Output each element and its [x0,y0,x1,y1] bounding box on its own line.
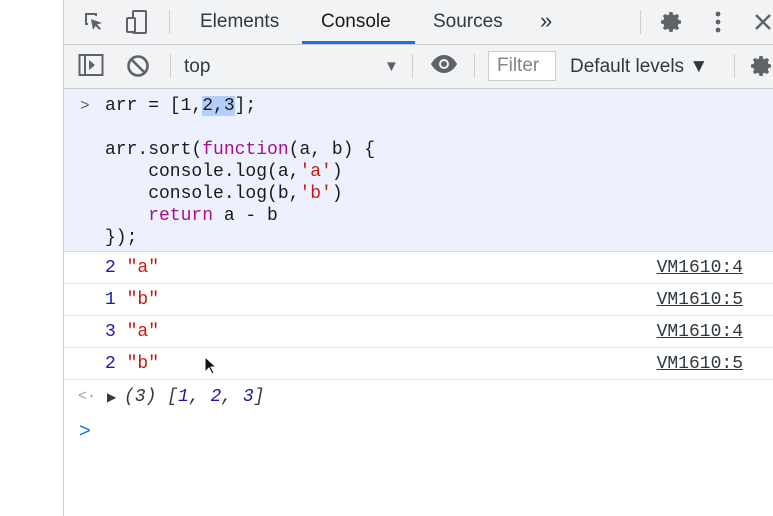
tab-elements[interactable]: Elements [200,0,279,44]
expand-triangle-icon[interactable]: ▶ [107,390,116,405]
log-source-link[interactable]: VM1610:4 [657,322,743,342]
code-line: console.log(b,'b') [105,184,343,204]
context-selector[interactable]: top [184,45,210,88]
more-tabs-button[interactable]: » [540,0,552,44]
log-message: 1 "b" [105,290,160,310]
code-line: arr.sort(function(a, b) { [105,140,376,160]
console-toolbar: top ▼ Filter Default levels ▼ [64,45,773,89]
code-line: return a - b [105,206,278,226]
toolbar-divider [734,54,735,78]
eye-icon[interactable] [430,54,458,79]
log-source-link[interactable]: VM1610:5 [657,354,743,374]
log-message: 3 "a" [105,322,160,342]
mouse-cursor-icon [204,356,218,375]
toolbar-divider [474,54,475,78]
tab-console[interactable]: Console [321,0,391,44]
log-row: 2 "a" VM1610:4 [64,252,773,284]
clear-console-icon[interactable] [126,54,150,83]
tab-divider [169,10,170,34]
tab-sources[interactable]: Sources [433,0,503,44]
input-prompt-icon: > [80,97,90,115]
code-line: }); [105,228,138,248]
active-tab-indicator [302,41,415,44]
log-source-link[interactable]: VM1610:5 [657,290,743,310]
devtools-panel: Elements Console Sources » top ▼ Filter … [64,0,773,516]
log-levels-dropdown[interactable]: Default levels ▼ [570,45,708,88]
context-dropdown-arrow[interactable]: ▼ [384,45,399,88]
log-row: 3 "a" VM1610:4 [64,316,773,348]
filter-input[interactable]: Filter [488,51,556,81]
array-preview[interactable]: (3) [1, 2, 3] [124,387,264,407]
sidebar-toggle-icon[interactable] [78,53,104,82]
return-value-row: <· ▶ (3) [1, 2, 3] [64,383,773,416]
inspect-element-icon[interactable] [80,8,108,36]
device-toolbar-icon[interactable] [124,8,152,36]
code-line: console.log(a,'a') [105,162,343,182]
page-area [0,0,64,516]
tab-divider [640,10,641,34]
log-message: 2 "a" [105,258,160,278]
log-row: 1 "b" VM1610:5 [64,284,773,316]
toolbar-divider [170,54,171,78]
settings-gear-icon[interactable] [658,8,686,36]
toolbar-divider [412,54,413,78]
code-line: arr = [1,2,3]; [105,96,257,116]
return-arrow-icon: <· [78,388,97,405]
console-prompt-icon[interactable]: > [79,420,91,443]
console-input-entry: > arr = [1,2,3]; arr.sort(function(a, b)… [64,89,773,252]
close-icon[interactable] [749,8,773,36]
console-settings-icon[interactable] [750,54,773,83]
devtools-tab-bar: Elements Console Sources » [64,0,773,45]
log-row: 2 "b" VM1610:5 [64,348,773,380]
more-vert-icon[interactable] [704,8,732,36]
log-source-link[interactable]: VM1610:4 [657,258,743,278]
log-message: 2 "b" [105,354,160,374]
